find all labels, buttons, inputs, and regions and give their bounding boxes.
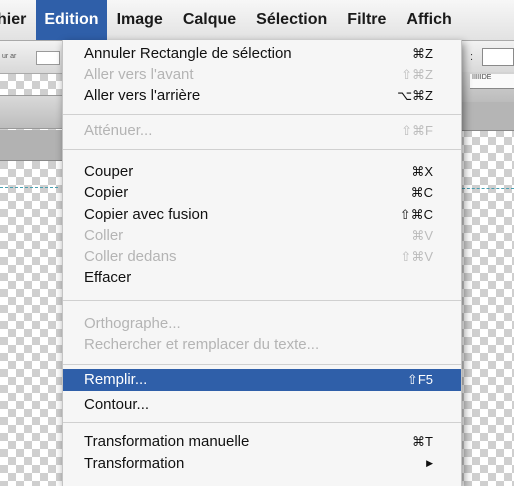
menu-filtre[interactable]: Filtre	[337, 0, 396, 40]
shortcut: ⌘X	[411, 164, 433, 179]
menu-item-label: Copier	[84, 184, 129, 201]
menu-item-copier-fusion[interactable]: Copier avec fusion ⇧⌘C	[63, 204, 461, 225]
menu-item-transformation[interactable]: Transformation ▶	[63, 453, 461, 474]
menu-item-remplir[interactable]: Remplir... ⇧F5	[63, 369, 461, 391]
selection-marquee-right	[462, 188, 514, 189]
menu-item-rechercher-remplacer[interactable]: Rechercher et remplacer du texte...	[63, 334, 461, 355]
menu-item-label: Coller	[84, 227, 124, 244]
document-tab-bar	[0, 95, 62, 129]
menu-item-label: Transformation	[84, 455, 185, 472]
options-colon: :	[470, 51, 474, 63]
menu-item-label: Contour...	[84, 396, 150, 413]
menu-item-label: Transformation manuelle	[84, 433, 250, 450]
menu-item-label: Effacer	[84, 269, 132, 286]
shortcut: ⇧⌘Z	[401, 67, 433, 82]
submenu-arrow-icon: ▶	[426, 458, 433, 468]
menu-bar: hier Edition Image Calque Sélection Filt…	[0, 0, 514, 41]
menu-item-label: Couper	[84, 163, 134, 180]
menu-separator	[63, 149, 461, 150]
menu-separator	[63, 422, 461, 423]
menu-item-coller-dedans[interactable]: Coller dedans ⇧⌘V	[63, 246, 461, 267]
menu-item-label: Aller vers l'arrière	[84, 87, 201, 104]
menu-item-attenuer[interactable]: Atténuer... ⇧⌘F	[63, 120, 461, 141]
menu-fichier[interactable]: hier	[0, 0, 36, 40]
menu-item-label: Annuler Rectangle de sélection	[84, 45, 292, 62]
menu-separator	[63, 114, 461, 115]
options-bar-left: ur ar	[0, 41, 62, 74]
menu-item-annuler[interactable]: Annuler Rectangle de sélection ⌘Z	[63, 43, 461, 64]
menu-edition[interactable]: Edition	[36, 0, 107, 40]
document-ruler-left	[0, 130, 62, 161]
menu-separator	[63, 300, 461, 301]
menu-selection[interactable]: Sélection	[246, 0, 337, 40]
menu-item-label: Coller dedans	[84, 248, 177, 265]
shortcut: ⌘C	[410, 185, 433, 200]
menu-image[interactable]: Image	[107, 0, 173, 40]
shortcut: ⌘V	[411, 228, 433, 243]
menu-affichage[interactable]: Affich	[396, 0, 451, 40]
menu-item-aller-arriere[interactable]: Aller vers l'arrière ⌥⌘Z	[63, 85, 461, 106]
options-bar-label: ur ar	[2, 53, 17, 60]
menu-item-label: Orthographe...	[84, 315, 181, 332]
document-ruler-right	[460, 102, 514, 131]
menu-item-label: Aller vers l'avant	[84, 66, 194, 83]
ruler: IIIIIDE	[470, 74, 514, 89]
menu-item-label: Atténuer...	[84, 122, 153, 139]
options-field[interactable]	[36, 51, 60, 65]
shortcut: ⇧⌘C	[399, 207, 433, 222]
menu-item-copier[interactable]: Copier ⌘C	[63, 182, 461, 203]
menu-item-label: Copier avec fusion	[84, 206, 209, 223]
menu-item-transformation-manuelle[interactable]: Transformation manuelle ⌘T	[63, 431, 461, 452]
shortcut: ⌘Z	[412, 46, 433, 61]
menu-item-orthographe[interactable]: Orthographe...	[63, 313, 461, 334]
shortcut: ⇧F5	[406, 372, 433, 387]
selection-marquee-left	[0, 187, 58, 188]
options-bar-right: :	[460, 41, 514, 74]
menu-item-label: Remplir...	[84, 371, 148, 388]
menu-item-contour[interactable]: Contour...	[63, 394, 461, 415]
menu-item-effacer[interactable]: Effacer	[63, 267, 461, 288]
menu-item-aller-avant[interactable]: Aller vers l'avant ⇧⌘Z	[63, 64, 461, 85]
shortcut: ⌥⌘Z	[397, 88, 433, 103]
menu-calque[interactable]: Calque	[173, 0, 246, 40]
shortcut: ⇧⌘V	[400, 249, 433, 264]
options-input[interactable]	[482, 48, 514, 66]
edition-dropdown-menu: Annuler Rectangle de sélection ⌘Z Aller …	[62, 40, 462, 486]
menu-item-coller[interactable]: Coller ⌘V	[63, 225, 461, 246]
menu-separator	[63, 364, 461, 365]
document-tab-right: IIIIIDE	[460, 72, 514, 103]
menu-item-couper[interactable]: Couper ⌘X	[63, 161, 461, 182]
menu-item-label: Rechercher et remplacer du texte...	[84, 336, 320, 353]
shortcut: ⇧⌘F	[401, 123, 433, 138]
shortcut: ⌘T	[412, 434, 433, 449]
